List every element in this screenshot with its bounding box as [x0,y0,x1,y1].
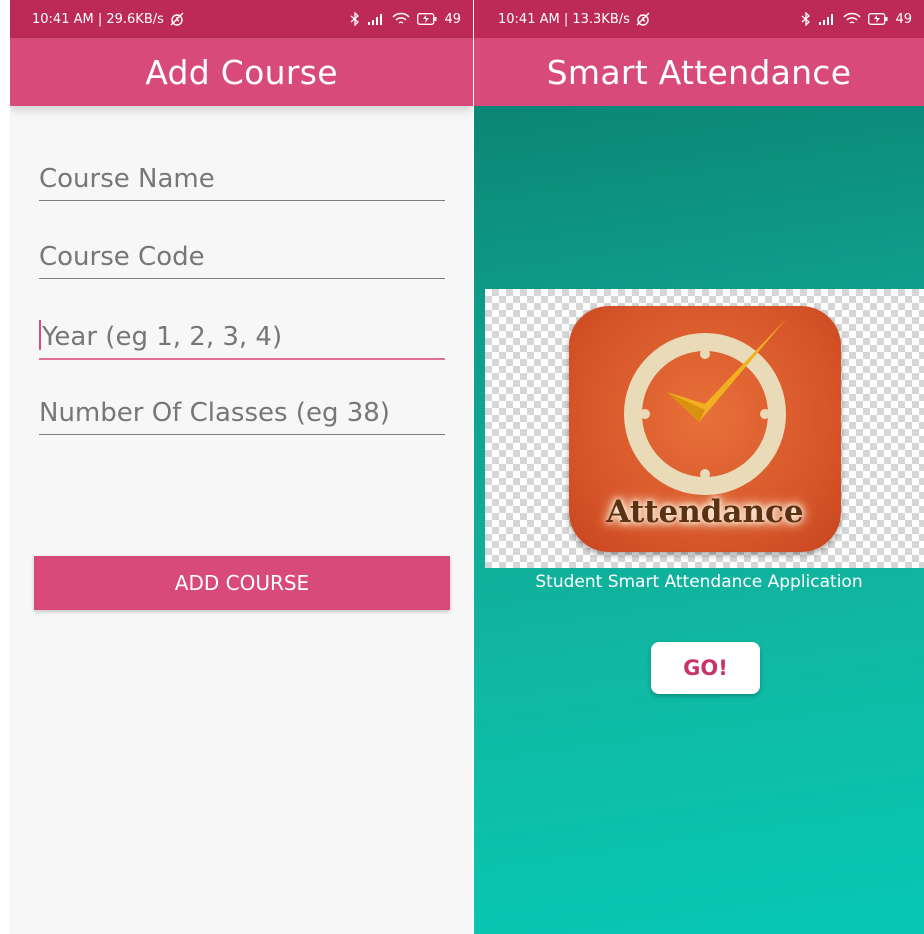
number-of-classes-field[interactable]: Number Of Classes (eg 38) [39,398,445,435]
app-bar: Add Course [10,38,473,106]
number-of-classes-placeholder: Number Of Classes (eg 38) [39,398,390,428]
year-placeholder: Year (eg 1, 2, 3, 4) [42,322,283,352]
page-title: Smart Attendance [546,52,852,92]
battery-percent: 49 [444,11,461,27]
battery-charging-icon [417,13,437,25]
alarm-off-icon [635,11,651,27]
smart-attendance-screen: 10:41 AM | 13.3KB/s 49 Smart Attendance [474,0,924,934]
wifi-icon [843,12,861,26]
signal-icon [818,13,836,25]
bluetooth-icon [801,12,811,26]
battery-charging-icon [868,13,888,25]
course-code-field[interactable]: Course Code [39,242,445,279]
app-tagline: Student Smart Attendance Application [535,572,863,592]
page-title: Add Course [145,52,338,92]
status-bar: 10:41 AM | 29.6KB/s 49 [10,0,473,38]
status-time-speed: 10:41 AM | 13.3KB/s [498,11,630,27]
logo-tile: Attendance [569,306,841,552]
go-button[interactable]: GO! [651,642,760,694]
add-course-screen: 10:41 AM | 29.6KB/s 49 Add Course Course… [10,0,473,934]
year-field[interactable]: Year (eg 1, 2, 3, 4) [39,320,445,360]
course-name-placeholder: Course Name [39,164,215,194]
logo-text: Attendance [606,494,804,530]
app-bar: Smart Attendance [474,38,924,106]
status-time-speed: 10:41 AM | 29.6KB/s [32,11,164,27]
text-cursor [39,320,41,350]
add-course-button[interactable]: ADD COURSE [34,556,450,610]
course-code-placeholder: Course Code [39,242,205,272]
status-bar: 10:41 AM | 13.3KB/s 49 [474,0,924,38]
course-name-field[interactable]: Course Name [39,164,445,201]
alarm-off-icon [169,11,185,27]
app-logo-image: Attendance [485,289,924,568]
bluetooth-icon [350,12,360,26]
battery-percent: 49 [895,11,912,27]
signal-icon [367,13,385,25]
wifi-icon [392,12,410,26]
